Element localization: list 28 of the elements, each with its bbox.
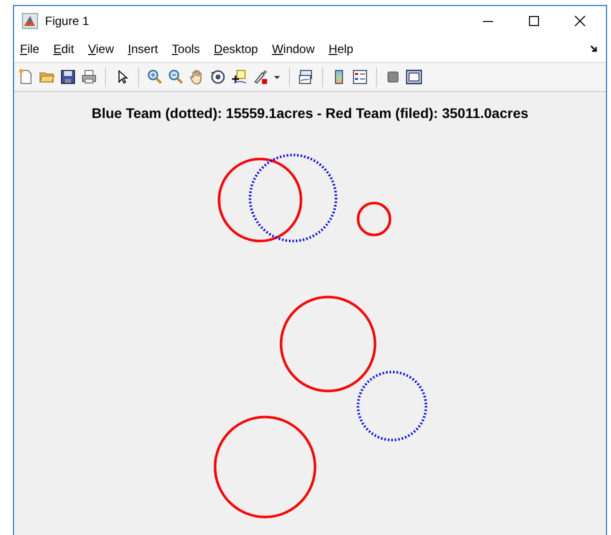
menu-item[interactable]: View — [88, 42, 114, 56]
linked-plot-icon[interactable] — [298, 69, 314, 85]
legend-icon[interactable] — [352, 69, 368, 85]
dock-arrow-icon[interactable] — [590, 45, 598, 53]
zoom-in-icon[interactable] — [147, 69, 163, 85]
maximize-icon[interactable] — [528, 15, 540, 27]
menu-item[interactable]: Insert — [128, 42, 158, 56]
figure-title: Blue Team (dotted): 15559.1acres - Red Team (filed): 35011.0acres — [92, 105, 528, 122]
brush-icon[interactable] — [252, 69, 268, 85]
dock-window-icon[interactable] — [406, 69, 422, 85]
new-file-icon[interactable] — [18, 69, 34, 85]
data-cursor-icon[interactable] — [231, 69, 247, 85]
app-icon — [22, 13, 38, 29]
zoom-out-icon[interactable] — [168, 69, 184, 85]
circle-outline — [356, 202, 392, 236]
window-title: Figure 1 — [45, 14, 90, 28]
menu-item[interactable]: Window — [272, 42, 315, 56]
menu-item[interactable]: Edit — [53, 42, 74, 56]
menu-item[interactable]: Help — [328, 42, 354, 56]
square-icon[interactable] — [385, 69, 401, 85]
menu-item[interactable]: Desktop — [214, 42, 258, 56]
rotate-icon[interactable] — [210, 69, 226, 85]
dotted-circle-outline — [356, 370, 428, 442]
menu-item[interactable]: Tools — [172, 42, 200, 56]
close-icon[interactable] — [574, 15, 586, 27]
printer-icon[interactable] — [81, 69, 97, 85]
menu-item[interactable]: File — [20, 42, 40, 56]
save-icon[interactable] — [60, 69, 76, 85]
